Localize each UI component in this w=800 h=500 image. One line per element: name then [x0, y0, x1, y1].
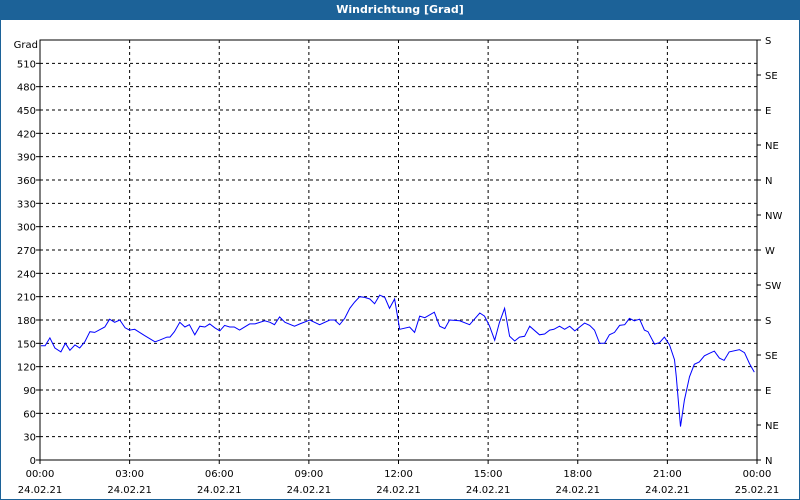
- x-tick-time: 00:00: [743, 469, 772, 480]
- x-tick-time: 18:00: [563, 469, 592, 480]
- x-tick-date: 24.02.21: [287, 485, 332, 496]
- right-tick-label: SW: [765, 281, 781, 292]
- x-tick-date: 24.02.21: [18, 485, 63, 496]
- x-tick-time: 06:00: [205, 469, 234, 480]
- y-tick-label: 420: [17, 129, 36, 140]
- y-tick-label: 120: [17, 363, 36, 374]
- right-tick-label: S: [765, 316, 771, 327]
- y-tick-label: 450: [17, 106, 36, 117]
- right-tick-label: SE: [765, 351, 778, 362]
- right-tick-label: NW: [765, 211, 782, 222]
- x-tick-date: 24.02.21: [555, 485, 600, 496]
- x-tick-date: 24.02.21: [197, 485, 242, 496]
- y-tick-label: 270: [17, 246, 36, 257]
- x-tick-date: 24.02.21: [645, 485, 690, 496]
- wind-direction-chart: Grad 0 30 60 90 120 150 180 210 240 270 300 330 360 3…: [14, 36, 783, 496]
- right-tick-label: S: [765, 36, 771, 47]
- right-tick-label: SE: [765, 71, 778, 82]
- y-tick-label: 390: [17, 153, 36, 164]
- right-tick-label: NE: [765, 421, 779, 432]
- x-tick-date: 24.02.21: [466, 485, 511, 496]
- y-tick-label: 510: [17, 59, 36, 70]
- y-tick-label: 360: [17, 176, 36, 187]
- right-tick-label: NE: [765, 141, 779, 152]
- x-tick-time: 15:00: [474, 469, 503, 480]
- y-tick-label: 480: [17, 83, 36, 94]
- x-tick-time: 21:00: [653, 469, 682, 480]
- y-tick-label: 180: [17, 316, 36, 327]
- y-tick-label: 60: [23, 409, 36, 420]
- y-axis-label: Grad: [14, 40, 38, 51]
- y-tick-label: 210: [17, 293, 36, 304]
- y-tick-label: 30: [23, 433, 36, 444]
- x-tick-date: 25.02.21: [735, 485, 780, 496]
- wind-direction-line: [40, 294, 755, 427]
- y-tick-label: 300: [17, 223, 36, 234]
- x-tick-time: 03:00: [115, 469, 144, 480]
- y-tick-label: 150: [17, 339, 36, 350]
- x-tick-date: 24.02.21: [376, 485, 421, 496]
- x-tick-date: 24.02.21: [107, 485, 152, 496]
- right-tick-label: E: [765, 386, 771, 397]
- right-tick-label: N: [765, 176, 772, 187]
- right-tick-label: N: [765, 456, 772, 467]
- x-tick-time: 00:00: [26, 469, 55, 480]
- y-tick-label: 240: [17, 269, 36, 280]
- x-tick-time: 12:00: [384, 469, 413, 480]
- right-tick-label: W: [765, 246, 775, 257]
- y-tick-label: 330: [17, 199, 36, 210]
- y-tick-label: 0: [30, 456, 36, 467]
- y-tick-label: 90: [23, 386, 36, 397]
- right-tick-label: E: [765, 106, 771, 117]
- x-tick-time: 09:00: [294, 469, 323, 480]
